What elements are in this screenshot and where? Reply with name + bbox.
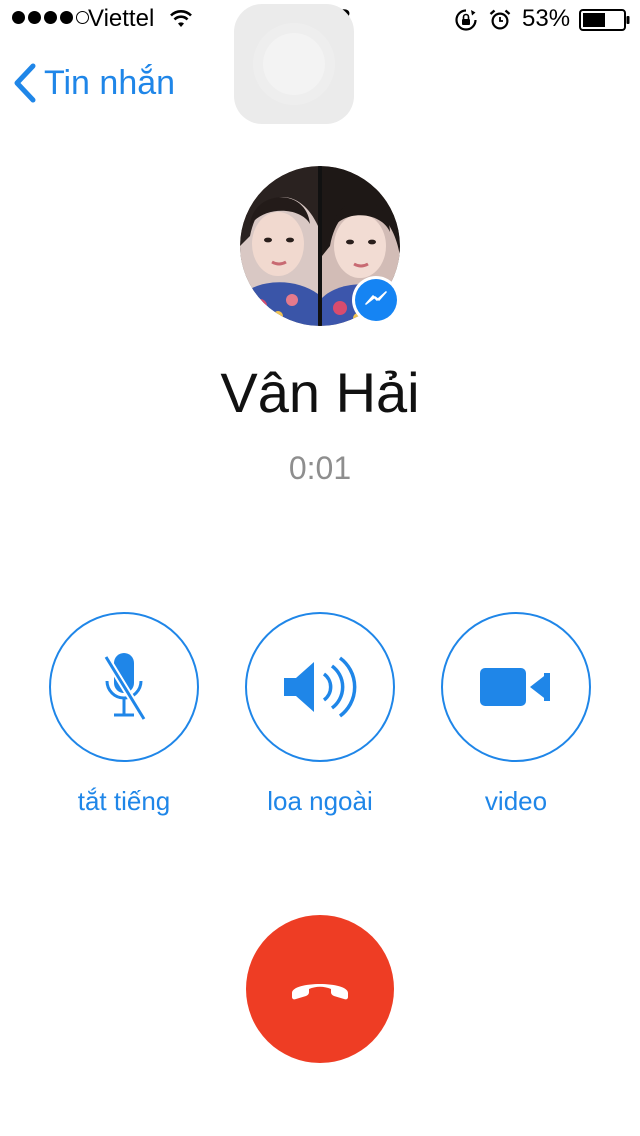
video-camera-icon bbox=[480, 668, 550, 706]
call-screen: Viettel 14:43 53% bbox=[0, 0, 640, 1136]
battery-icon bbox=[579, 9, 630, 31]
messenger-badge bbox=[352, 276, 400, 324]
rotation-lock-icon bbox=[455, 9, 477, 31]
speaker-button[interactable] bbox=[245, 612, 395, 762]
call-duration: 0:01 bbox=[288, 450, 352, 486]
speaker-label: loa ngoài bbox=[267, 786, 373, 816]
alarm-icon bbox=[489, 9, 511, 30]
microphone-muted-icon bbox=[103, 653, 147, 721]
chevron-left-icon bbox=[14, 63, 36, 103]
video-button[interactable] bbox=[441, 612, 591, 762]
back-button-label: Tin nhắn bbox=[44, 63, 176, 102]
back-button[interactable]: Tin nhắn bbox=[12, 60, 175, 106]
battery-percentage: 53% bbox=[522, 5, 571, 32]
contact-name: Vân Hải bbox=[220, 361, 420, 424]
speaker-icon bbox=[284, 656, 357, 718]
phone-hangup-icon bbox=[292, 984, 348, 1000]
messenger-icon bbox=[365, 291, 387, 305]
assistive-touch-button[interactable] bbox=[234, 4, 354, 124]
mute-button[interactable] bbox=[49, 612, 199, 762]
video-label: video bbox=[484, 786, 548, 816]
end-call-button[interactable] bbox=[246, 915, 394, 1063]
mute-label: tắt tiếng bbox=[77, 786, 171, 816]
